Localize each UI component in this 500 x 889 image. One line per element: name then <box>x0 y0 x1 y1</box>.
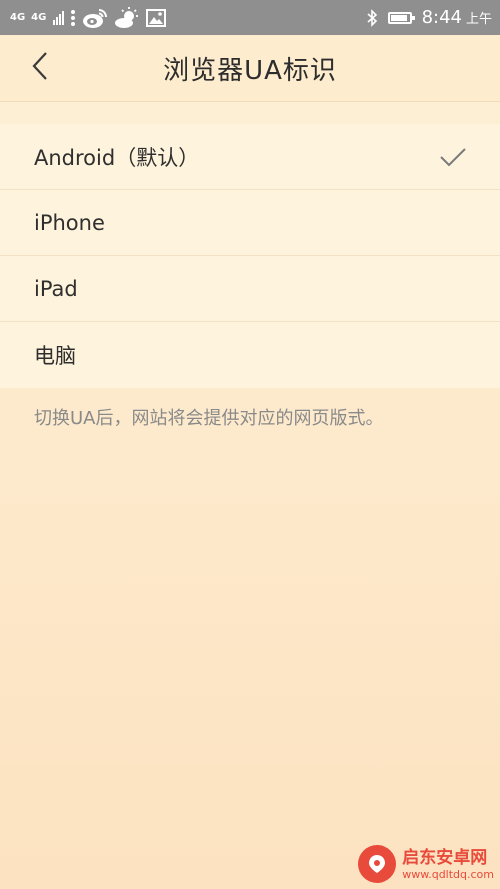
option-android[interactable]: Android（默认） <box>0 124 500 190</box>
option-label: iPad <box>34 276 78 301</box>
signal-icon <box>53 10 65 25</box>
checkmark-icon <box>439 147 467 167</box>
status-left: 4G 4G <box>10 6 167 29</box>
network-type-1: 4G <box>10 11 26 23</box>
option-label: Android（默认） <box>34 145 200 170</box>
header: 浏览器UA标识 <box>0 35 500 102</box>
back-button[interactable] <box>22 49 58 87</box>
battery-icon <box>387 11 415 24</box>
weather-icon <box>114 6 140 29</box>
watermark-logo-icon <box>358 845 397 883</box>
weibo-icon <box>82 7 108 29</box>
page-title: 浏览器UA标识 <box>163 55 337 86</box>
chevron-left-icon <box>31 51 49 85</box>
option-desktop[interactable]: 电脑 <box>0 322 500 388</box>
watermark: 启东安卓网 www.qdltdq.com <box>358 845 494 883</box>
watermark-name: 启东安卓网 <box>402 847 488 868</box>
hint-text: 切换UA后，网站将会提供对应的网页版式。 <box>34 408 384 429</box>
option-label: 电脑 <box>34 344 76 368</box>
option-iphone[interactable]: iPhone <box>0 190 500 256</box>
option-label: iPhone <box>34 210 105 235</box>
clock-ampm: 上午 <box>465 12 492 27</box>
watermark-url: www.qdltdq.com <box>402 867 494 881</box>
option-ipad[interactable]: iPad <box>0 256 500 322</box>
bluetooth-icon <box>366 8 378 27</box>
gallery-icon <box>146 8 167 27</box>
more-dots-icon <box>70 9 76 27</box>
status-right: 8:44 上午 <box>366 7 492 28</box>
ua-options-list: Android（默认） iPhone iPad 电脑 <box>0 124 500 388</box>
clock-time: 8:44 <box>421 7 462 28</box>
watermark-text: 启东安卓网 www.qdltdq.com <box>402 848 494 881</box>
network-type-2: 4G <box>31 11 47 23</box>
status-bar: 4G 4G 8:44 上午 <box>0 0 500 35</box>
